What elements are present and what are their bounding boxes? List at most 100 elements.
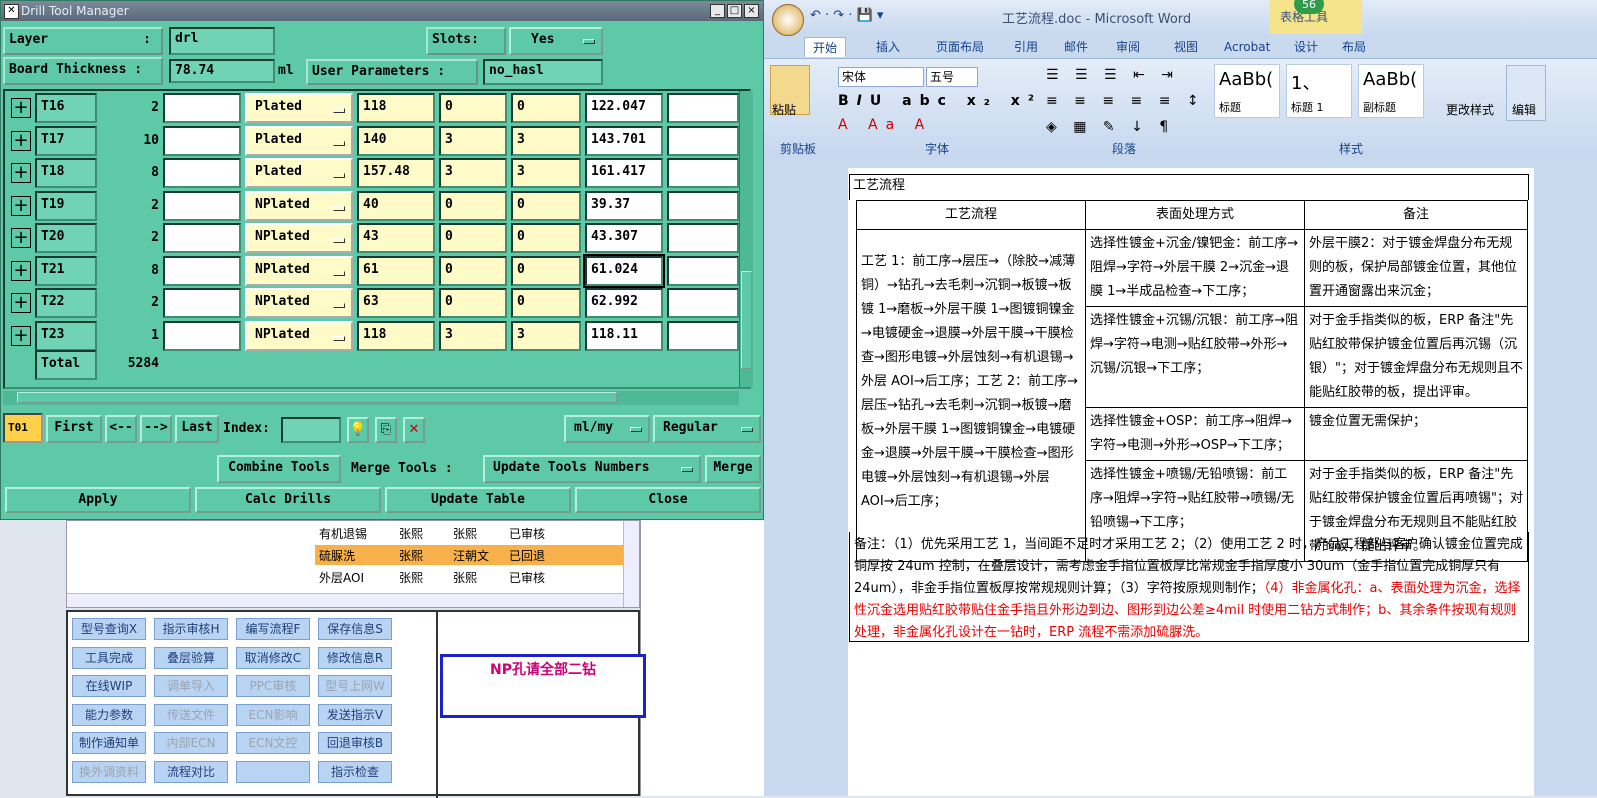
bulb-icon[interactable]: 💡 bbox=[347, 417, 369, 443]
change-styles-button[interactable]: 更改样式 bbox=[1446, 101, 1494, 118]
tool-v2-cell[interactable]: 3 bbox=[439, 158, 507, 188]
align-toolbar[interactable]: ≡ ≡ ≡ ≡ ≡ ↕ bbox=[1046, 93, 1205, 109]
paste-label[interactable]: 粘贴 bbox=[772, 101, 796, 118]
style-swatch[interactable]: AaBb(标题 bbox=[1214, 64, 1280, 118]
function-button[interactable]: 型号上网W bbox=[318, 675, 392, 697]
tool-v4-cell[interactable]: 122.047 bbox=[585, 93, 663, 123]
function-button[interactable]: ECN影响 bbox=[236, 703, 310, 726]
prev-button[interactable]: <-- bbox=[105, 415, 137, 443]
calc-drills-button[interactable]: Calc Drills bbox=[195, 487, 381, 513]
expand-row-icon[interactable]: + bbox=[11, 130, 31, 151]
tool-type-cell[interactable]: NPlated bbox=[245, 190, 353, 221]
tool-blank-cell[interactable] bbox=[667, 190, 739, 221]
tool-type-cell[interactable]: Plated bbox=[245, 93, 353, 123]
save-icon[interactable]: ⎘ bbox=[375, 417, 397, 443]
board-thickness-field[interactable]: 78.74 bbox=[169, 59, 275, 83]
color-toolbar[interactable]: A Aa A bbox=[838, 117, 932, 133]
tool-v4-cell[interactable]: 61.024 bbox=[583, 253, 665, 288]
function-button[interactable]: 能力参数 bbox=[72, 703, 146, 726]
tool-v2-cell[interactable]: 0 bbox=[439, 93, 507, 123]
expand-row-icon[interactable]: + bbox=[11, 195, 31, 216]
tool-blank-cell[interactable] bbox=[163, 125, 241, 156]
tool-v2-cell[interactable]: 3 bbox=[439, 320, 507, 351]
apply-button[interactable]: Apply bbox=[5, 487, 191, 513]
tool-blank-cell[interactable] bbox=[163, 93, 241, 123]
list-item[interactable]: 有机退锡 张熙 张熙 已审核 bbox=[315, 523, 623, 543]
function-button[interactable]: 调单导入 bbox=[154, 675, 228, 697]
function-button[interactable]: 工具完成 bbox=[72, 646, 146, 669]
tool-v1-cell[interactable]: 61 bbox=[357, 255, 435, 286]
tool-v2-cell[interactable]: 0 bbox=[439, 223, 507, 253]
tool-v4-cell[interactable]: 118.11 bbox=[585, 320, 663, 351]
minimize-button[interactable]: _ bbox=[710, 4, 725, 18]
font-name-select[interactable]: 宋体 bbox=[838, 67, 924, 87]
tool-v4-cell[interactable]: 161.417 bbox=[585, 158, 663, 188]
tool-type-cell[interactable]: NPlated bbox=[245, 288, 353, 318]
tool-blank-cell[interactable] bbox=[667, 93, 739, 123]
tool-blank-cell[interactable] bbox=[667, 158, 739, 188]
ribbon-tab[interactable]: 邮件 bbox=[1064, 37, 1088, 57]
user-parameters-field[interactable]: no_hasl bbox=[483, 59, 603, 85]
next-button[interactable]: --> bbox=[140, 415, 172, 443]
function-button[interactable]: 指示审核H bbox=[154, 618, 228, 640]
tool-blank-cell[interactable] bbox=[667, 320, 739, 351]
list-item[interactable]: 硫脲洗 张熙 汪朝文 已回退 bbox=[315, 545, 623, 565]
expand-row-icon[interactable]: + bbox=[11, 293, 31, 313]
function-button[interactable]: 指示检查 bbox=[318, 760, 392, 783]
ribbon-tab[interactable]: Acrobat bbox=[1224, 37, 1270, 57]
list-hscrollbar[interactable] bbox=[67, 593, 623, 607]
tool-blank-cell[interactable] bbox=[163, 288, 241, 318]
expand-row-icon[interactable]: + bbox=[11, 260, 31, 281]
ribbon-tab[interactable]: 开始 bbox=[804, 37, 847, 57]
tool-v1-cell[interactable]: 157.48 bbox=[357, 158, 435, 188]
office-button[interactable] bbox=[772, 4, 804, 36]
quick-access-toolbar[interactable]: ↶ · ↷ · 💾 ▾ bbox=[810, 8, 883, 23]
function-button[interactable]: 回退审核B bbox=[318, 732, 392, 754]
edit-button[interactable]: 编辑 bbox=[1512, 101, 1536, 118]
list-item[interactable]: 外层AOI 张熙 张熙 已审核 bbox=[315, 567, 623, 587]
tool-v1-cell[interactable]: 40 bbox=[357, 190, 435, 221]
function-button[interactable] bbox=[236, 760, 310, 783]
tool-v4-cell[interactable]: 43.307 bbox=[585, 223, 663, 253]
function-button[interactable]: 在线WIP bbox=[72, 675, 146, 697]
tool-v3-cell[interactable]: 0 bbox=[511, 93, 581, 123]
close-window-button[interactable]: × bbox=[744, 4, 759, 18]
close-button[interactable]: Close bbox=[575, 487, 761, 513]
tool-blank-cell[interactable] bbox=[163, 255, 241, 286]
function-button[interactable]: 内部ECN bbox=[154, 732, 228, 754]
tool-type-cell[interactable]: NPlated bbox=[245, 255, 353, 286]
tool-v3-cell[interactable]: 3 bbox=[511, 320, 581, 351]
list-scrollbar[interactable] bbox=[623, 521, 639, 607]
tool-blank-cell[interactable] bbox=[163, 190, 241, 221]
tool-v1-cell[interactable]: 140 bbox=[357, 125, 435, 156]
delete-icon[interactable]: ✕ bbox=[403, 417, 425, 443]
tool-v2-cell[interactable]: 0 bbox=[439, 255, 507, 286]
horizontal-scrollbar[interactable] bbox=[3, 391, 739, 405]
style-swatch[interactable]: 1、 标题 1 bbox=[1286, 64, 1352, 118]
tool-v1-cell[interactable]: 118 bbox=[357, 93, 435, 123]
tool-blank-cell[interactable] bbox=[163, 320, 241, 351]
tool-type-cell[interactable]: NPlated bbox=[245, 320, 353, 351]
tool-v1-cell[interactable]: 43 bbox=[357, 223, 435, 253]
scrollbar-thumb[interactable] bbox=[741, 271, 752, 369]
function-button[interactable]: 编写流程F bbox=[236, 618, 310, 640]
format-toolbar[interactable]: BIU abc x₂ x² bbox=[838, 93, 1042, 109]
function-button[interactable]: 修改信息R bbox=[318, 646, 392, 669]
last-button[interactable]: Last bbox=[175, 415, 219, 443]
ribbon-tab[interactable]: 引用 bbox=[1014, 37, 1038, 57]
tool-v2-cell[interactable]: 0 bbox=[439, 190, 507, 221]
function-button[interactable]: 发送指示V bbox=[318, 703, 392, 726]
hscroll-thumb[interactable] bbox=[17, 392, 617, 403]
function-button[interactable]: PPC审核 bbox=[236, 675, 310, 697]
tool-blank-cell[interactable] bbox=[667, 288, 739, 318]
merge-option-select[interactable]: Update Tools Numbers bbox=[483, 455, 701, 483]
tool-blank-cell[interactable] bbox=[667, 125, 739, 156]
function-button[interactable]: 传送文件 bbox=[154, 703, 228, 726]
index-field[interactable] bbox=[281, 417, 341, 443]
function-button[interactable]: 制作通知单 bbox=[72, 732, 146, 754]
first-button[interactable]: First bbox=[46, 415, 102, 443]
tool-v3-cell[interactable]: 3 bbox=[511, 158, 581, 188]
combine-tools-button[interactable]: Combine Tools bbox=[217, 455, 341, 483]
tool-v4-cell[interactable]: 62.992 bbox=[585, 288, 663, 318]
ribbon-tab[interactable]: 布局 bbox=[1342, 37, 1366, 57]
